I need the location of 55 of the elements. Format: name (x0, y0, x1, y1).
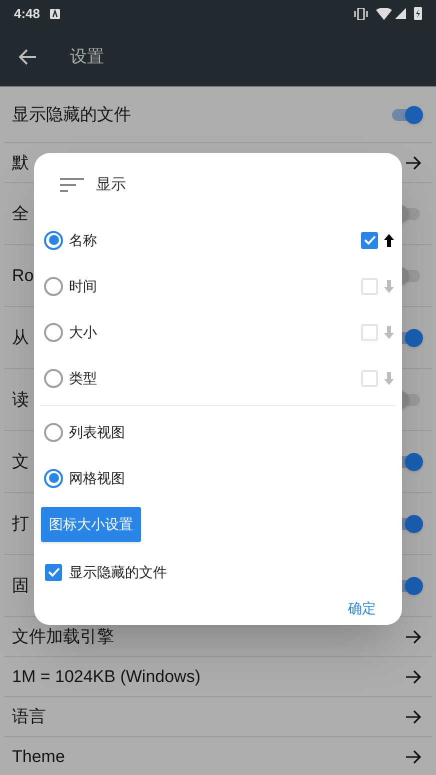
setting-label: 文 (12, 450, 29, 473)
checkbox[interactable] (361, 232, 378, 248)
arrow-right-icon[interactable] (406, 156, 422, 170)
arrow-up-icon[interactable] (384, 234, 394, 246)
arrow-down-icon[interactable] (384, 372, 394, 384)
radio-button[interactable] (44, 276, 63, 296)
screen-title: 设置 (70, 46, 104, 68)
radio-button[interactable] (44, 322, 63, 342)
setting-label: 打 (12, 512, 29, 535)
setting-label: 显示隐藏的文件 (12, 104, 131, 126)
checkbox[interactable] (45, 564, 62, 580)
radio-button[interactable] (44, 230, 63, 250)
back-arrow-icon (19, 48, 37, 64)
arrow-right-icon[interactable] (406, 630, 422, 644)
wifi-icon (376, 8, 392, 20)
option-label: 大小 (69, 322, 98, 342)
setting-label: 从 (12, 326, 29, 349)
option-label: 时间 (69, 276, 98, 296)
icon-size-button[interactable]: 图标大小设置 (41, 507, 141, 542)
battery-icon (414, 7, 422, 20)
radio-button[interactable] (44, 468, 63, 488)
option-label: 网格视图 (69, 468, 125, 488)
checkbox[interactable] (361, 370, 378, 386)
ok-button[interactable]: 确定 (346, 596, 378, 621)
arrow-down-icon[interactable] (384, 280, 394, 292)
setting-label: 默 (12, 152, 29, 174)
setting-label: 读 (12, 388, 29, 411)
radio-button[interactable] (44, 422, 63, 442)
checkbox[interactable] (361, 324, 378, 340)
clock: 4:48 (14, 4, 40, 23)
checkbox[interactable] (361, 278, 378, 294)
toggle-switch[interactable] (392, 104, 422, 124)
arrow-right-icon[interactable] (406, 670, 422, 684)
setting-label: 固 (12, 574, 29, 597)
setting-label: 语言 (12, 706, 46, 728)
setting-label: 1M = 1024KB (Windows) (12, 666, 200, 688)
dialog-title: 显示 (96, 174, 126, 195)
signal-icon (395, 8, 406, 19)
arrow-right-icon[interactable] (406, 710, 422, 724)
setting-label: 文件加载引擎 (12, 626, 114, 648)
notification-icon (50, 8, 60, 18)
arrow-down-icon[interactable] (384, 326, 394, 338)
radio-button[interactable] (44, 368, 63, 388)
option-label: 列表视图 (69, 422, 125, 442)
option-label: 名称 (69, 230, 98, 250)
vibrate-icon (354, 8, 368, 20)
arrow-right-icon[interactable] (406, 750, 422, 764)
setting-label: 全 (12, 202, 29, 225)
option-label: 显示隐藏的文件 (69, 562, 167, 582)
setting-label: Theme (12, 746, 65, 768)
check-icon (364, 235, 376, 245)
sort-icon (60, 177, 84, 193)
check-icon (48, 567, 60, 577)
setting-label: Ro (12, 264, 34, 287)
option-label: 类型 (69, 368, 98, 388)
